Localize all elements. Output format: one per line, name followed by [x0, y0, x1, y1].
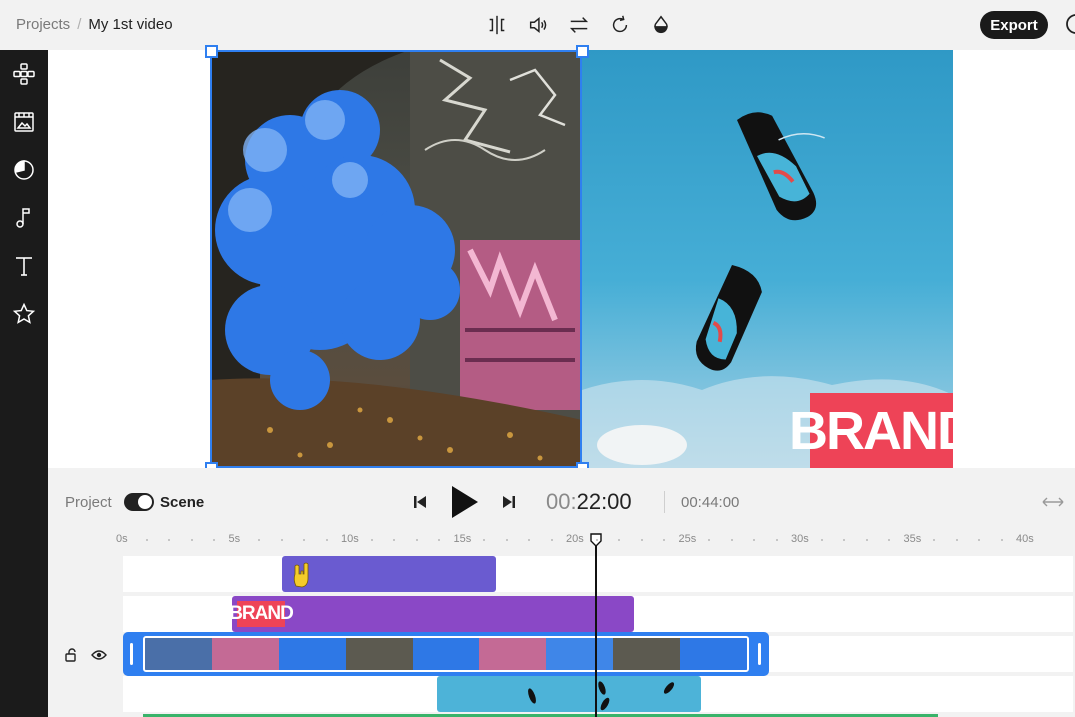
ruler-tick-dot: [528, 539, 530, 541]
expand-timeline-icon[interactable]: [1040, 492, 1066, 512]
video-filmstrip: [143, 636, 749, 672]
brand-logo-text: BRAND: [789, 400, 976, 461]
music-icon[interactable]: [10, 204, 38, 232]
ruler-tick-dot: [1000, 539, 1003, 541]
scene-mode-label[interactable]: Scene: [160, 494, 204, 511]
ruler-tick-dot: [505, 539, 508, 541]
ruler-tick-dot: [393, 539, 395, 541]
timecode-divider: [664, 491, 665, 513]
ruler-tick-dot: [280, 539, 283, 541]
ruler-tick-label: 10s: [341, 533, 359, 545]
ruler-tick-dot: [955, 539, 958, 541]
edit-tools: [484, 12, 674, 38]
ruler-tick-dot: [303, 539, 305, 541]
ruler-tick-dot: [888, 539, 890, 541]
ruler-tick-label: 20s: [566, 533, 584, 545]
timecode-prefix: 00:: [546, 489, 577, 514]
rotate-icon[interactable]: [607, 12, 633, 38]
total-duration: 00:44:00: [681, 494, 740, 511]
brand-thumbnail-text: BRAND: [229, 603, 294, 624]
text-icon[interactable]: [10, 252, 38, 280]
media-icon[interactable]: [10, 108, 38, 136]
ruler-tick-dot: [145, 539, 148, 541]
brand-thumbnail: BRAND: [229, 601, 294, 627]
play-icon[interactable]: [447, 484, 481, 520]
unlock-icon[interactable]: [62, 646, 80, 664]
ruler-tick-label: 30s: [791, 533, 809, 545]
stickers-icon[interactable]: [10, 156, 38, 184]
ruler-tick-dot: [663, 539, 665, 541]
ruler-tick-dot: [865, 539, 868, 541]
clip-trim-handle-left[interactable]: [130, 643, 133, 665]
ruler-tick-dot: [483, 539, 485, 541]
resize-handle-top-left[interactable]: [205, 45, 218, 58]
skip-back-icon[interactable]: [410, 492, 430, 512]
split-icon[interactable]: [484, 12, 510, 38]
breadcrumb-projects-link[interactable]: Projects: [16, 16, 70, 33]
ruler-tick-dot: [708, 539, 710, 541]
track-lane: [123, 556, 1073, 592]
ruler-tick-label: 15s: [453, 533, 472, 545]
ruler-tick-dot: [190, 539, 193, 541]
visibility-eye-icon[interactable]: [89, 646, 109, 664]
elements-icon[interactable]: [10, 60, 38, 88]
tools-sidebar: [0, 50, 48, 717]
ruler-tick-dot: [753, 539, 755, 541]
ruler-tick-label: 0s: [116, 533, 128, 545]
ruler-tick-dot: [213, 539, 215, 541]
current-timecode: 00:22:00: [546, 489, 632, 515]
project-mode-label[interactable]: Project: [65, 494, 112, 511]
playhead[interactable]: [595, 544, 597, 717]
star-icon[interactable]: [10, 300, 38, 328]
ruler-tick-dot: [843, 539, 845, 541]
export-button[interactable]: Export: [980, 11, 1048, 39]
sticker-track-clip[interactable]: [282, 556, 496, 592]
project-scene-toggle[interactable]: [124, 493, 154, 511]
ruler-tick-dot: [933, 539, 935, 541]
volume-icon[interactable]: [525, 12, 551, 38]
ruler-tick-label: 40s: [1016, 533, 1034, 545]
ruler-tick-dot: [258, 539, 260, 541]
ruler-tick-dot: [415, 539, 418, 541]
ruler-tick-label: 5s: [228, 533, 241, 545]
ruler-tick-dot: [775, 539, 778, 541]
ruler-tick-dot: [640, 539, 643, 541]
breadcrumb: Projects / My 1st video: [16, 16, 173, 33]
ruler-tick-dot: [370, 539, 373, 541]
top-bar: Projects / My 1st video Export: [0, 0, 1075, 50]
selection-frame: [210, 50, 582, 468]
brand-logo-overlay[interactable]: BRAND: [789, 393, 976, 468]
project-title[interactable]: My 1st video: [88, 16, 172, 33]
swap-icon[interactable]: [566, 12, 592, 38]
shoes-track-clip[interactable]: [437, 676, 701, 712]
ruler-tick-dot: [438, 539, 440, 541]
ruler-tick-dot: [618, 539, 620, 541]
skip-forward-icon[interactable]: [499, 492, 519, 512]
ruler-tick-dot: [595, 539, 598, 541]
rock-hand-sticker-icon: [288, 560, 316, 593]
ruler-tick-label: 25s: [678, 533, 697, 545]
color-drop-icon[interactable]: [648, 12, 674, 38]
partial-circle-icon[interactable]: [1064, 12, 1075, 36]
ruler-tick-label: 35s: [903, 533, 922, 545]
breadcrumb-separator: /: [77, 16, 82, 33]
ruler-tick-dot: [730, 539, 733, 541]
timecode-value: 22:00: [576, 489, 632, 514]
clip-trim-handle-right[interactable]: [758, 643, 761, 665]
ruler-tick-dot: [978, 539, 980, 541]
ruler-tick-dot: [325, 539, 328, 541]
ruler-tick-dot: [550, 539, 553, 541]
ruler-tick-dot: [820, 539, 823, 541]
resize-handle-top-right[interactable]: [576, 45, 589, 58]
ruler-tick-dot: [168, 539, 170, 541]
